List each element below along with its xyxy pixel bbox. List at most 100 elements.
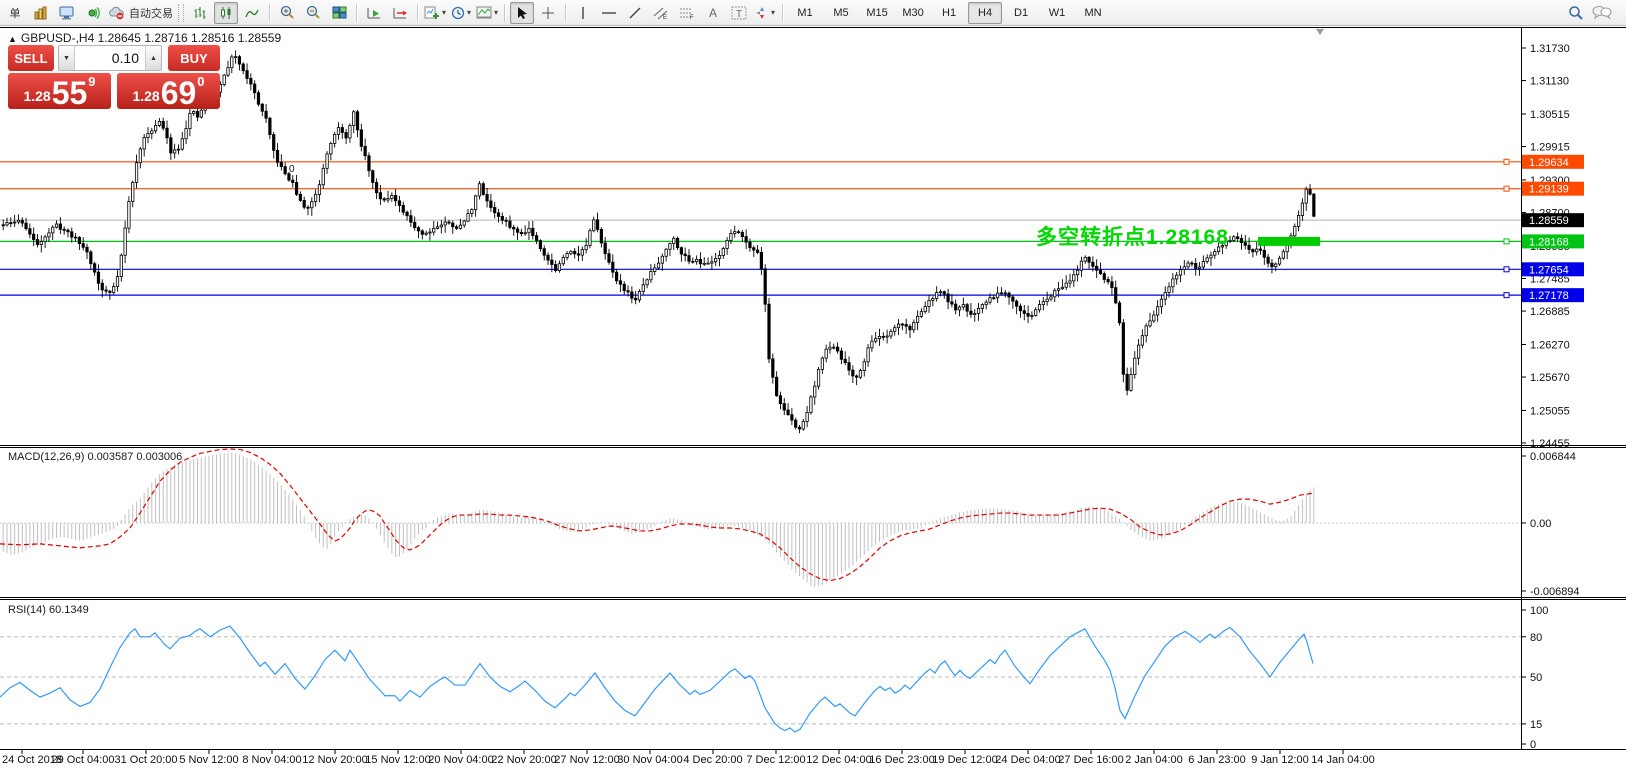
timeframe-W1[interactable]: W1 (1040, 2, 1074, 24)
sell-price-display[interactable]: 1.28 55 9 (8, 73, 111, 109)
rsi-panel[interactable]: 1008050150 (0, 605, 1548, 751)
svg-text:2 Jan 04:00: 2 Jan 04:00 (1125, 754, 1183, 766)
svg-text:12 Dec 04:00: 12 Dec 04:00 (806, 754, 871, 766)
sell-price-big: 55 (52, 78, 88, 108)
timeframe-M30[interactable]: M30 (896, 2, 930, 24)
market-watch-icon[interactable] (29, 2, 53, 24)
chart-shift-marker[interactable] (1316, 29, 1324, 35)
autotrading-button[interactable]: 自动交易 (107, 2, 174, 24)
line-chart-type-icon[interactable] (240, 2, 264, 24)
svg-text:1.28559: 1.28559 (1529, 215, 1569, 227)
svg-text:14 Jan 04:00: 14 Jan 04:00 (1311, 754, 1375, 766)
rsi-line (0, 626, 1313, 732)
collapse-panel-icon[interactable]: ▲ (8, 34, 17, 44)
trendline-tool-icon[interactable] (623, 2, 647, 24)
svg-text:1.29139: 1.29139 (1529, 184, 1569, 196)
ohlc-text: GBPUSD-,H4 1.28645 1.28716 1.28516 1.285… (21, 31, 281, 45)
templates-button[interactable]: ▾ (475, 2, 499, 24)
search-icon[interactable] (1564, 2, 1588, 24)
price-tag-1.29139: 1.29139 (1522, 182, 1584, 196)
timeframe-M5[interactable]: M5 (824, 2, 858, 24)
svg-text:1.26885: 1.26885 (1530, 306, 1570, 318)
terminal-icon[interactable] (55, 2, 79, 24)
macd-panel[interactable]: 0.0068440.00-0.006894 (0, 449, 1580, 598)
crosshair-tool-icon[interactable] (536, 2, 560, 24)
toolbar-separator (565, 4, 566, 22)
one-click-trading-panel: SELL ▼ 0.10 ▲ BUY 1.28 55 9 1.28 69 0 (8, 45, 220, 109)
timeframe-D1[interactable]: D1 (1004, 2, 1038, 24)
new-order-button[interactable]: 单 (3, 2, 27, 24)
chart-shift-icon[interactable] (388, 2, 412, 24)
timeframe-H4[interactable]: H4 (968, 2, 1002, 24)
svg-text:1.24455: 1.24455 (1530, 438, 1570, 450)
vertical-line-tool-icon[interactable] (571, 2, 595, 24)
text-label-tool-icon[interactable]: T (727, 2, 751, 24)
timeframe-M1[interactable]: M1 (788, 2, 822, 24)
svg-text:19 Dec 12:00: 19 Dec 12:00 (932, 754, 997, 766)
macd-indicator-label: MACD(12,26,9) 0.003587 0.003006 (8, 451, 182, 463)
svg-text:8 Nov 04:00: 8 Nov 04:00 (242, 754, 301, 766)
svg-text:E: E (663, 15, 667, 20)
price-tag-1.28559: 1.28559 (1522, 213, 1584, 227)
svg-text:27 Nov 12:00: 27 Nov 12:00 (554, 754, 619, 766)
new-chart-button[interactable]: ▾ (423, 2, 447, 24)
toolbar-separator (417, 4, 418, 22)
svg-text:15: 15 (1530, 719, 1542, 731)
svg-text:1.31730: 1.31730 (1530, 43, 1570, 55)
period-clock-button[interactable]: ▾ (449, 2, 473, 24)
cursor-tool-icon[interactable] (510, 2, 534, 24)
signal-icon[interactable] (81, 2, 105, 24)
svg-text:29 Oct 04:00: 29 Oct 04:00 (52, 754, 115, 766)
arrows-tool-icon[interactable]: ▾ (753, 2, 777, 24)
svg-text:15 Nov 12:00: 15 Nov 12:00 (365, 754, 430, 766)
buy-price-big: 69 (161, 78, 197, 108)
sell-button[interactable]: SELL (8, 45, 54, 71)
horizontal-line-tool-icon[interactable] (597, 2, 621, 24)
svg-text:1.30515: 1.30515 (1530, 109, 1570, 121)
time-axis[interactable]: 24 Oct 201829 Oct 04:0031 Oct 20:005 Nov… (2, 749, 1375, 766)
svg-text:24 Dec 04:00: 24 Dec 04:00 (995, 754, 1060, 766)
svg-text:0.006844: 0.006844 (1530, 451, 1576, 463)
timeframe-MN[interactable]: MN (1076, 2, 1110, 24)
pivot-highlight-bar[interactable] (1258, 237, 1320, 246)
toolbar-separator (504, 4, 505, 22)
timeframe-M15[interactable]: M15 (860, 2, 894, 24)
buy-price-display[interactable]: 1.28 69 0 (117, 73, 220, 109)
tile-windows-icon[interactable] (327, 2, 351, 24)
buy-price-sup: 0 (197, 74, 204, 89)
volume-decrease-button[interactable]: ▼ (59, 46, 75, 70)
auto-scroll-icon[interactable] (362, 2, 386, 24)
chart-canvas[interactable]: 1.317301.311301.305151.299151.293001.287… (0, 0, 1626, 769)
bar-chart-type-icon[interactable] (188, 2, 212, 24)
buy-price-small: 1.28 (132, 88, 159, 104)
volume-input[interactable]: 0.10 (75, 46, 145, 70)
dropdown-arrow-icon: ▾ (494, 8, 498, 17)
zoom-in-icon[interactable] (275, 2, 299, 24)
level-lines (0, 159, 1521, 297)
rsi-indicator-label: RSI(14) 60.1349 (8, 604, 89, 616)
sell-price-small: 1.28 (23, 88, 50, 104)
svg-text:50: 50 (1530, 672, 1542, 684)
macd-signal-line (0, 449, 1313, 581)
svg-text:1.27178: 1.27178 (1529, 290, 1569, 302)
sell-price-sup: 9 (88, 74, 95, 89)
price-tag-1.27654: 1.27654 (1522, 262, 1584, 276)
volume-increase-button[interactable]: ▲ (145, 46, 161, 70)
channel-tool-icon[interactable]: E (649, 2, 673, 24)
dropdown-arrow-icon: ▾ (771, 8, 775, 17)
price-tag-1.29634: 1.29634 (1522, 155, 1584, 169)
fibonacci-tool-icon[interactable]: F (675, 2, 699, 24)
chart-object-marker: 0 (289, 164, 295, 175)
svg-text:1.26270: 1.26270 (1530, 339, 1570, 351)
toolbar-separator (782, 4, 783, 22)
svg-text:T: T (736, 9, 742, 20)
zoom-out-icon[interactable] (301, 2, 325, 24)
chat-icon[interactable] (1590, 2, 1614, 24)
toolbar-separator (269, 4, 270, 22)
buy-button[interactable]: BUY (168, 45, 220, 71)
dropdown-arrow-icon: ▾ (467, 8, 471, 17)
new-order-label: 单 (10, 5, 21, 21)
text-tool-icon[interactable]: A (701, 2, 725, 24)
candlestick-chart-type-icon[interactable] (214, 2, 238, 24)
timeframe-H1[interactable]: H1 (932, 2, 966, 24)
